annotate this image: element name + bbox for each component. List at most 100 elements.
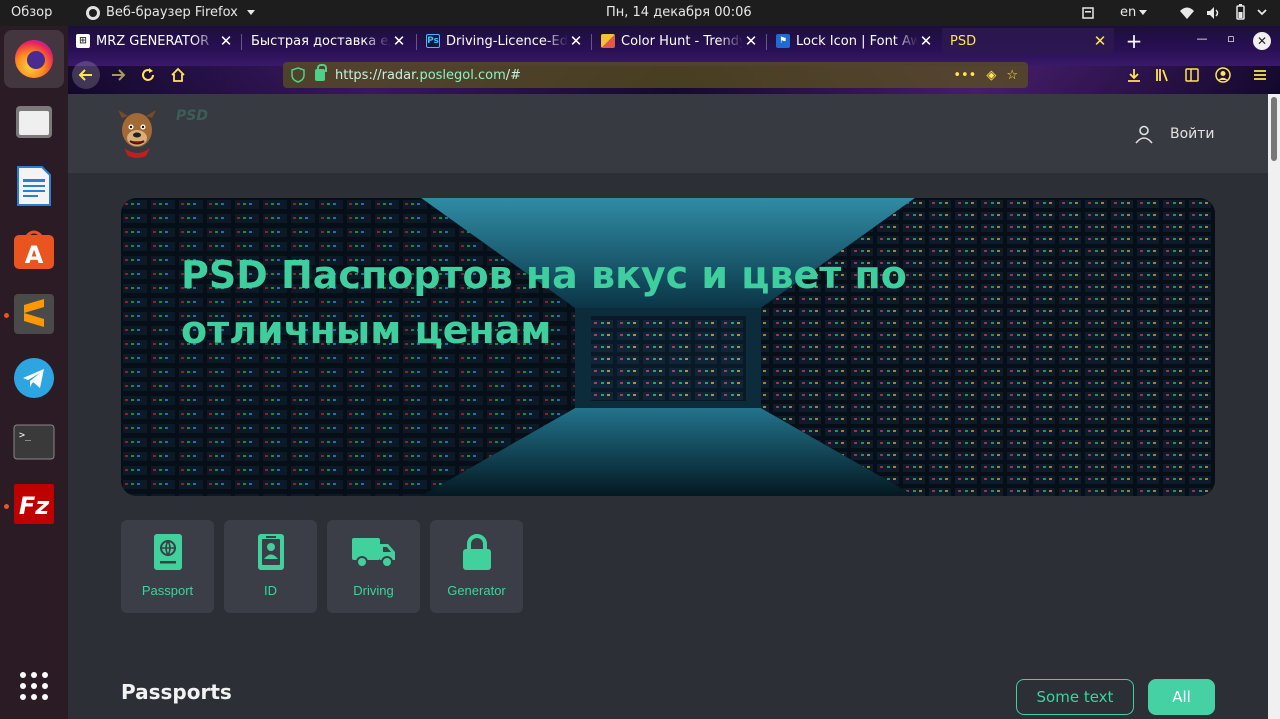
lock-icon[interactable] [315,64,327,81]
close-tab-icon[interactable]: ✕ [1092,32,1108,50]
tab-food-delivery[interactable]: Быстрая доставка еды ✕ [243,28,413,54]
url-subdomain: radar. [381,67,420,83]
category-passport[interactable]: Passport [121,520,214,613]
sidebar-icon [1185,68,1199,82]
page-scrollbar[interactable] [1268,94,1280,719]
truck-icon [351,538,395,568]
telegram-icon [14,358,54,398]
close-window-button[interactable]: ✕ [1253,32,1271,50]
filter-all-button[interactable]: All [1148,679,1215,715]
activities-button[interactable]: Обзор [11,5,52,20]
tab-title: MRZ GENERATOR [96,33,210,49]
firefox-icon [15,40,53,78]
dock-telegram[interactable] [12,356,56,400]
tab-separator [241,34,242,50]
reload-icon [142,68,154,81]
wifi-icon[interactable] [1179,5,1195,21]
dock-sublime[interactable] [12,292,56,336]
filezilla-icon: Fz [14,484,54,524]
site-brand[interactable]: PSD [176,108,208,124]
app-menu-label: Веб-браузер Firefox [106,5,238,20]
close-tab-icon[interactable]: ✕ [218,32,234,50]
category-driving[interactable]: Driving [327,520,420,613]
category-label: Passport [141,583,194,598]
tab-psd[interactable]: PSD ✕ [942,28,1114,54]
power-menu-icon[interactable] [1254,4,1270,20]
downloads-button[interactable] [1125,66,1143,84]
close-tab-icon[interactable]: ✕ [918,32,934,50]
dock: A >_ Fz [0,26,68,719]
category-id[interactable]: ID [224,520,317,613]
maximize-button[interactable]: ▫ [1223,32,1239,45]
filter-some-text-button[interactable]: Some text [1016,679,1134,715]
category-label: Driving [353,583,394,598]
app-menu[interactable]: Веб-браузер Firefox [86,5,255,20]
pocket-icon[interactable]: ◈ [986,68,996,83]
home-icon [171,67,185,82]
photoshop-favicon: Ps [426,34,440,48]
tab-title: Быстрая доставка еды [251,33,391,49]
system-top-bar: Обзор Веб-браузер Firefox Пн, 14 декабря… [0,0,1280,26]
menu-button[interactable] [1251,66,1269,84]
minimize-button[interactable]: — [1194,32,1210,45]
sublime-text-icon [14,294,54,334]
flag-favicon: ⚑ [776,34,790,48]
tab-separator [766,34,767,50]
firefox-mini-icon [86,5,100,20]
account-button[interactable] [1214,66,1232,84]
navigation-toolbar: https://radar.poslegol.com/# ••• ◈ ☆ [68,56,1280,94]
clipboard-icon[interactable] [1080,5,1096,21]
new-tab-button[interactable]: + [1124,29,1144,53]
page-actions-icon[interactable]: ••• [953,68,976,83]
show-applications-icon[interactable] [20,672,48,700]
forward-button[interactable] [104,61,132,89]
close-tab-icon[interactable]: ✕ [568,32,584,50]
category-label: Generator [447,583,506,598]
tab-color-hunt[interactable]: Color Hunt - Trendy ✕ [593,28,765,54]
account-icon [1215,67,1231,83]
dock-filezilla[interactable]: Fz [12,482,56,526]
language-label: en [1120,5,1137,20]
tab-separator [591,34,592,50]
chevron-down-icon [1139,10,1148,15]
library-button[interactable] [1154,66,1172,84]
login-link[interactable]: Войти [1134,124,1215,144]
volume-icon[interactable] [1205,5,1221,21]
category-list: Passport ID Driving Generator [121,520,523,613]
battery-icon[interactable] [1232,4,1248,20]
writer-icon [17,166,51,206]
tab-title: Color Hunt - Trendy [621,33,743,49]
close-tab-icon[interactable]: ✕ [391,32,407,50]
address-bar[interactable]: https://radar.poslegol.com/# ••• ◈ ☆ [283,62,1028,88]
chevron-down-icon [246,10,255,15]
back-button[interactable] [72,61,100,89]
dock-files[interactable] [12,100,56,144]
url-scheme: https:// [335,67,382,83]
tab-mrz-generator[interactable]: ⊞ MRZ GENERATOR ✕ [68,28,240,54]
files-icon [16,106,52,138]
arrow-right-icon [112,69,126,81]
tab-strip: ⊞ MRZ GENERATOR ✕ Быстрая доставка еды ✕… [68,26,1280,56]
scrollbar-thumb[interactable] [1271,97,1277,161]
sidebar-button[interactable] [1183,66,1201,84]
hero-banner: PSD Паспортов на вкус и цвет по отличным… [121,198,1215,496]
url-host: poslegol.com [419,67,506,83]
dock-firefox[interactable] [4,30,64,88]
pitbull-logo[interactable] [116,108,158,158]
language-selector[interactable]: en [1120,5,1148,20]
bookmark-star-icon[interactable]: ☆ [1006,68,1018,83]
home-button[interactable] [164,61,192,89]
tab-lock-icon[interactable]: ⚑ Lock Icon | Font Awesome ✕ [768,28,940,54]
close-tab-icon[interactable]: ✕ [743,32,759,50]
tab-separator [416,34,417,50]
dock-terminal[interactable]: >_ [12,420,56,464]
clock[interactable]: Пн, 14 декабря 00:06 [606,5,752,20]
tab-title: PSD [950,33,977,49]
tracking-shield-icon[interactable] [291,67,305,83]
tab-driving-licence[interactable]: Ps Driving-Licence-Editable ✕ [418,28,590,54]
url-text[interactable]: https://radar.poslegol.com/# [335,68,953,83]
reload-button[interactable] [134,61,162,89]
dock-writer[interactable] [12,164,56,208]
dock-software[interactable]: A [12,228,56,272]
category-generator[interactable]: Generator [430,520,523,613]
